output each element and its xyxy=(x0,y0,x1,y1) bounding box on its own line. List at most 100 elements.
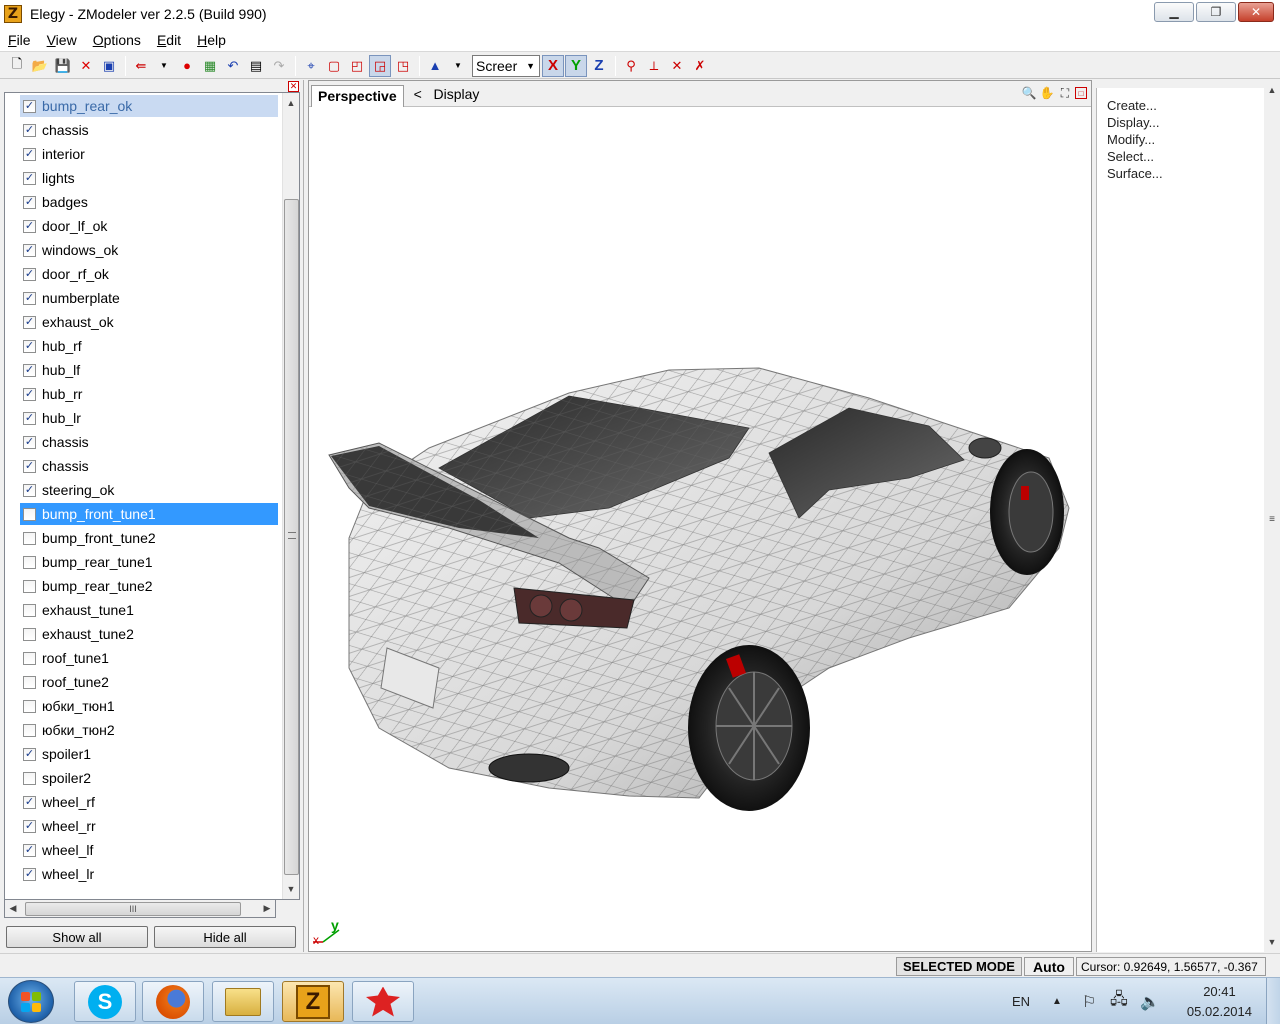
texture-icon[interactable]: ▦ xyxy=(199,55,221,77)
list-item[interactable]: bump_front_tune2 xyxy=(20,527,278,549)
visibility-checkbox[interactable] xyxy=(23,531,36,545)
list-item[interactable]: ✓ chassis xyxy=(20,119,278,141)
redo-icon[interactable]: ↷ xyxy=(268,55,290,77)
list-item[interactable]: ✓ exhaust_ok xyxy=(20,311,278,333)
scroll-up-icon[interactable]: ▲ xyxy=(283,95,299,111)
visibility-checkbox[interactable]: ✓ xyxy=(23,387,36,401)
open-folder-icon[interactable]: 📂 xyxy=(29,55,51,77)
zoom-icon[interactable]: 🔍 xyxy=(1021,85,1037,101)
list-item[interactable]: ✓ door_rf_ok xyxy=(20,263,278,285)
network-icon[interactable]: 🖧 xyxy=(1110,978,1128,1024)
visibility-checkbox[interactable]: ✓ xyxy=(23,435,36,449)
visibility-checkbox[interactable]: ✓ xyxy=(23,795,36,809)
system-clock[interactable]: 20:41 05.02.2014 xyxy=(1187,982,1252,1022)
visibility-checkbox[interactable]: ✓ xyxy=(23,315,36,329)
visibility-checkbox[interactable]: ✓ xyxy=(23,459,36,473)
close-icon[interactable]: ✕ xyxy=(288,81,299,92)
list-item[interactable]: ✓ steering_ok xyxy=(20,479,278,501)
delete-icon[interactable]: ✕ xyxy=(75,55,97,77)
list-item[interactable]: ✓ hub_lr xyxy=(20,407,278,429)
cone-icon[interactable]: ▲ xyxy=(424,55,446,77)
list-item[interactable]: юбки_тюн1 xyxy=(20,695,278,717)
list-item[interactable]: bump_rear_tune2 xyxy=(20,575,278,597)
visibility-checkbox[interactable] xyxy=(23,507,36,521)
hide-all-button[interactable]: Hide all xyxy=(154,926,296,948)
dropdown-arrow-icon[interactable]: ▼ xyxy=(153,55,175,77)
command-scrollbar[interactable]: ▲ ≡ ▼ xyxy=(1264,80,1280,952)
command-display[interactable]: Display... xyxy=(1107,115,1160,130)
wire-cube-icon[interactable]: ◳ xyxy=(392,55,414,77)
command-create[interactable]: Create... xyxy=(1107,98,1157,113)
object-mode-icon[interactable]: ◲ xyxy=(369,54,391,77)
list-item[interactable]: exhaust_tune2 xyxy=(20,623,278,645)
list-item[interactable]: ✓ door_lf_ok xyxy=(20,215,278,237)
menu-help[interactable]: Help xyxy=(189,32,234,48)
undo-icon[interactable]: ↶ xyxy=(222,55,244,77)
3d-scene[interactable]: y x xyxy=(309,108,1091,951)
axis-z-toggle[interactable]: Z xyxy=(588,55,610,77)
minimize-button[interactable]: ▁ xyxy=(1154,2,1194,22)
list-item[interactable]: ✓ badges xyxy=(20,191,278,213)
taskbar-firefox[interactable] xyxy=(142,981,204,1022)
scroll-up-icon[interactable]: ▲ xyxy=(1264,82,1280,98)
taskbar-explorer[interactable] xyxy=(212,981,274,1022)
list-item[interactable]: ✓ numberplate xyxy=(20,287,278,309)
selection-mode-indicator[interactable]: SELECTED MODE xyxy=(896,957,1022,976)
zmodeler-app-icon[interactable]: Z xyxy=(4,5,22,23)
list-item[interactable]: bump_front_tune1 xyxy=(20,503,278,525)
cross-axis-icon[interactable]: ✕ xyxy=(666,55,688,77)
visibility-checkbox[interactable]: ✓ xyxy=(23,819,36,833)
hscrollbar-thumb[interactable]: III xyxy=(25,902,241,916)
list-item[interactable]: ✓ windows_ok xyxy=(20,239,278,261)
taskbar-zmodeler[interactable]: Z xyxy=(282,981,344,1022)
list-item[interactable]: ✓ wheel_rf xyxy=(20,791,278,813)
maximize-viewport-icon[interactable]: □ xyxy=(1075,87,1087,99)
visibility-checkbox[interactable]: ✓ xyxy=(23,363,36,377)
command-surface[interactable]: Surface... xyxy=(1107,166,1163,181)
visibility-checkbox[interactable]: ✓ xyxy=(23,123,36,137)
list-item[interactable]: roof_tune1 xyxy=(20,647,278,669)
language-indicator[interactable]: EN xyxy=(1012,978,1030,1024)
display-menu[interactable]: < Display xyxy=(414,86,480,102)
save-icon[interactable]: 💾 xyxy=(52,55,74,77)
visibility-checkbox[interactable] xyxy=(23,603,36,617)
pan-hand-icon[interactable]: ✋ xyxy=(1039,85,1055,101)
visibility-checkbox[interactable]: ✓ xyxy=(23,195,36,209)
list-item[interactable]: roof_tune2 xyxy=(20,671,278,693)
list-item[interactable]: ✓ chassis xyxy=(20,431,278,453)
notes-icon[interactable]: ▤ xyxy=(245,55,267,77)
record-icon[interactable]: ● xyxy=(176,55,198,77)
visibility-checkbox[interactable]: ✓ xyxy=(23,867,36,881)
list-item[interactable]: ✓ bump_rear_ok xyxy=(20,95,278,117)
menu-file[interactable]: File xyxy=(0,32,39,48)
list-item[interactable]: ✓ hub_lf xyxy=(20,359,278,381)
taskbar-red-app[interactable] xyxy=(352,981,414,1022)
volume-icon[interactable]: 🔈 xyxy=(1140,978,1160,1024)
list-item[interactable]: ✓ lights xyxy=(20,167,278,189)
object-list[interactable]: ▲ ▼ ✓ bump_rear_ok ✓ chassis ✓ interior ✓ light… xyxy=(4,92,300,900)
visibility-checkbox[interactable]: ✓ xyxy=(23,747,36,761)
visibility-checkbox[interactable]: ✓ xyxy=(23,843,36,857)
list-item[interactable]: ✓ interior xyxy=(20,143,278,165)
auto-indicator[interactable]: Auto xyxy=(1024,957,1074,976)
visibility-checkbox[interactable]: ✓ xyxy=(23,411,36,425)
dropdown-arrow-icon[interactable]: ▼ xyxy=(447,55,469,77)
start-button[interactable] xyxy=(8,980,54,1023)
list-item[interactable]: ✓ wheel_lr xyxy=(20,863,278,885)
visibility-checkbox[interactable]: ✓ xyxy=(23,291,36,305)
close-button[interactable]: ✕ xyxy=(1238,2,1274,22)
fit-view-icon[interactable]: ⛶ xyxy=(1057,85,1073,101)
command-select[interactable]: Select... xyxy=(1107,149,1154,164)
scroll-down-icon[interactable]: ▼ xyxy=(1264,934,1280,950)
list-item[interactable]: юбки_тюн2 xyxy=(20,719,278,741)
list-item[interactable]: ✓ hub_rf xyxy=(20,335,278,357)
new-file-icon[interactable]: 🗋 xyxy=(6,55,28,77)
visibility-checkbox[interactable] xyxy=(23,675,36,689)
box-mode-icon[interactable]: ▢ xyxy=(323,55,345,77)
list-item[interactable]: bump_rear_tune1 xyxy=(20,551,278,573)
visibility-checkbox[interactable]: ✓ xyxy=(23,483,36,497)
scroll-right-icon[interactable]: ▶ xyxy=(259,900,275,916)
axis-x-toggle[interactable]: X xyxy=(542,54,564,77)
scroll-grip-icon[interactable]: ≡ xyxy=(1264,512,1280,528)
visibility-checkbox[interactable] xyxy=(23,771,36,785)
